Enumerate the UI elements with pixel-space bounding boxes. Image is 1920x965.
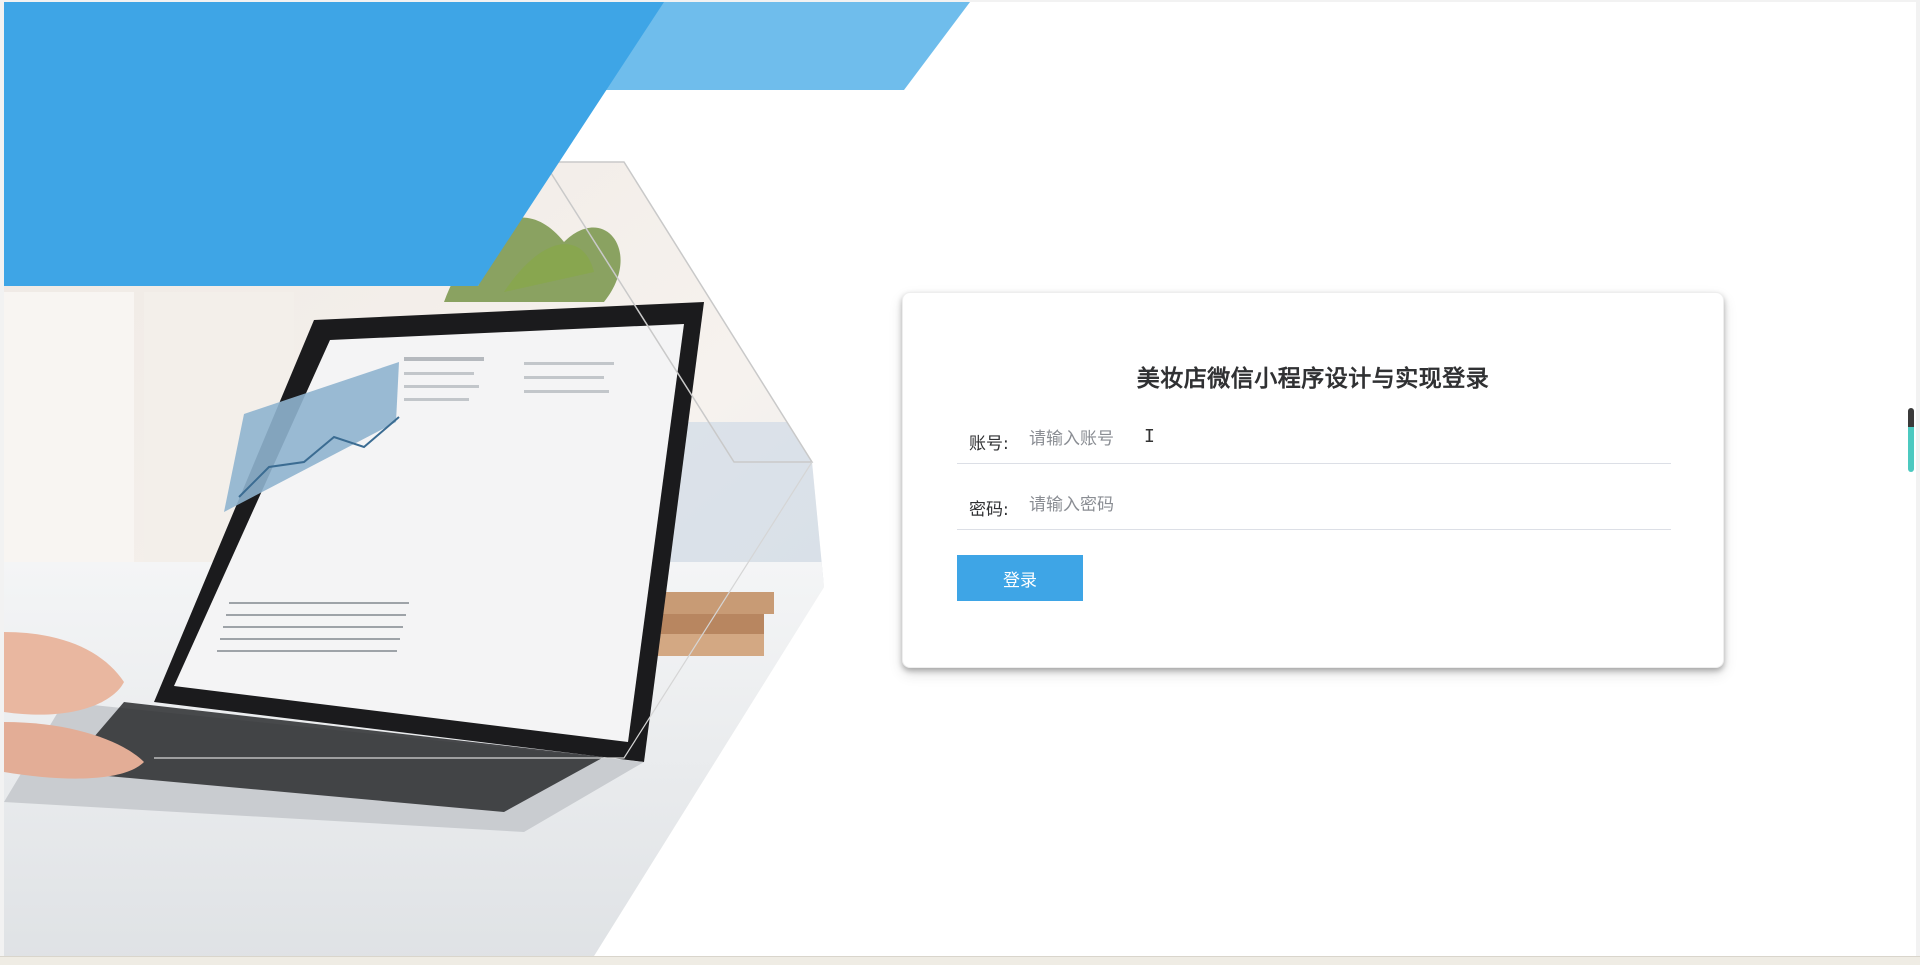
- account-label: 账号:: [969, 434, 1009, 454]
- account-input[interactable]: [1027, 423, 1631, 455]
- page-title: 美妆店微信小程序设计与实现登录: [1136, 366, 1490, 392]
- scroll-indicator[interactable]: [1908, 408, 1914, 472]
- password-input[interactable]: [1027, 489, 1631, 521]
- password-label: 密码:: [969, 500, 1009, 520]
- account-row: 账号:: [957, 415, 1671, 464]
- login-button[interactable]: 登录: [957, 555, 1083, 601]
- login-page: 美妆店微信小程序设计与实现登录 账号: 密码: 登录 I: [4, 2, 1916, 956]
- text-cursor-icon: I: [1144, 426, 1155, 447]
- password-row: 密码:: [957, 481, 1671, 530]
- hero-illustration: [4, 2, 970, 956]
- login-card: 美妆店微信小程序设计与实现登录 账号: 密码: 登录: [902, 292, 1724, 668]
